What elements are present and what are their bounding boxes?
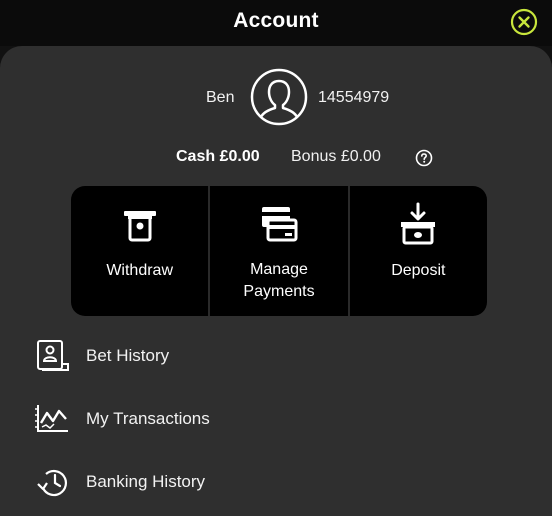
card-icon <box>261 207 298 242</box>
close-button[interactable] <box>510 8 538 36</box>
deposit-button[interactable]: Deposit <box>350 186 487 316</box>
receipt-icon <box>37 340 69 371</box>
chart-line-icon <box>35 405 68 432</box>
withdraw-icon <box>123 211 156 242</box>
close-circle-icon <box>510 8 538 36</box>
user-avatar-icon <box>250 68 308 126</box>
bonus-balance: Bonus £0.00 <box>291 148 381 165</box>
quick-actions: Withdraw Manage Payments Deposit <box>71 186 487 316</box>
manage-payments-label: Manage Payments <box>210 259 347 303</box>
menu-item-label: My Transactions <box>86 409 210 428</box>
withdraw-label: Withdraw <box>106 262 173 279</box>
cash-balance: Cash £0.00 <box>176 148 260 165</box>
menu-item-banking-history[interactable]: Banking History <box>34 462 434 502</box>
history-icon <box>37 469 67 497</box>
username: Ben <box>206 89 235 106</box>
help-icon[interactable] <box>415 149 433 167</box>
menu-item-bet-history[interactable]: Bet History <box>34 336 434 376</box>
menu-item-my-transactions[interactable]: My Transactions <box>34 399 434 439</box>
user-id: 14554979 <box>318 89 390 106</box>
user-info: Ben 14554979 <box>0 68 552 128</box>
deposit-label: Deposit <box>391 262 446 279</box>
menu-item-label: Bet History <box>86 346 170 365</box>
manage-payments-button[interactable]: Manage Payments <box>210 186 350 316</box>
manage-payments-line2: Payments <box>243 283 315 300</box>
withdraw-button[interactable]: Withdraw <box>71 186 211 316</box>
page-title: Account <box>233 9 319 32</box>
manage-payments-line1: Manage <box>250 261 308 278</box>
balance-row: Cash £0.00 Bonus £0.00 <box>0 148 552 168</box>
deposit-icon <box>401 202 436 245</box>
menu-item-label: Banking History <box>86 472 206 491</box>
header-bar: Account <box>0 0 552 46</box>
